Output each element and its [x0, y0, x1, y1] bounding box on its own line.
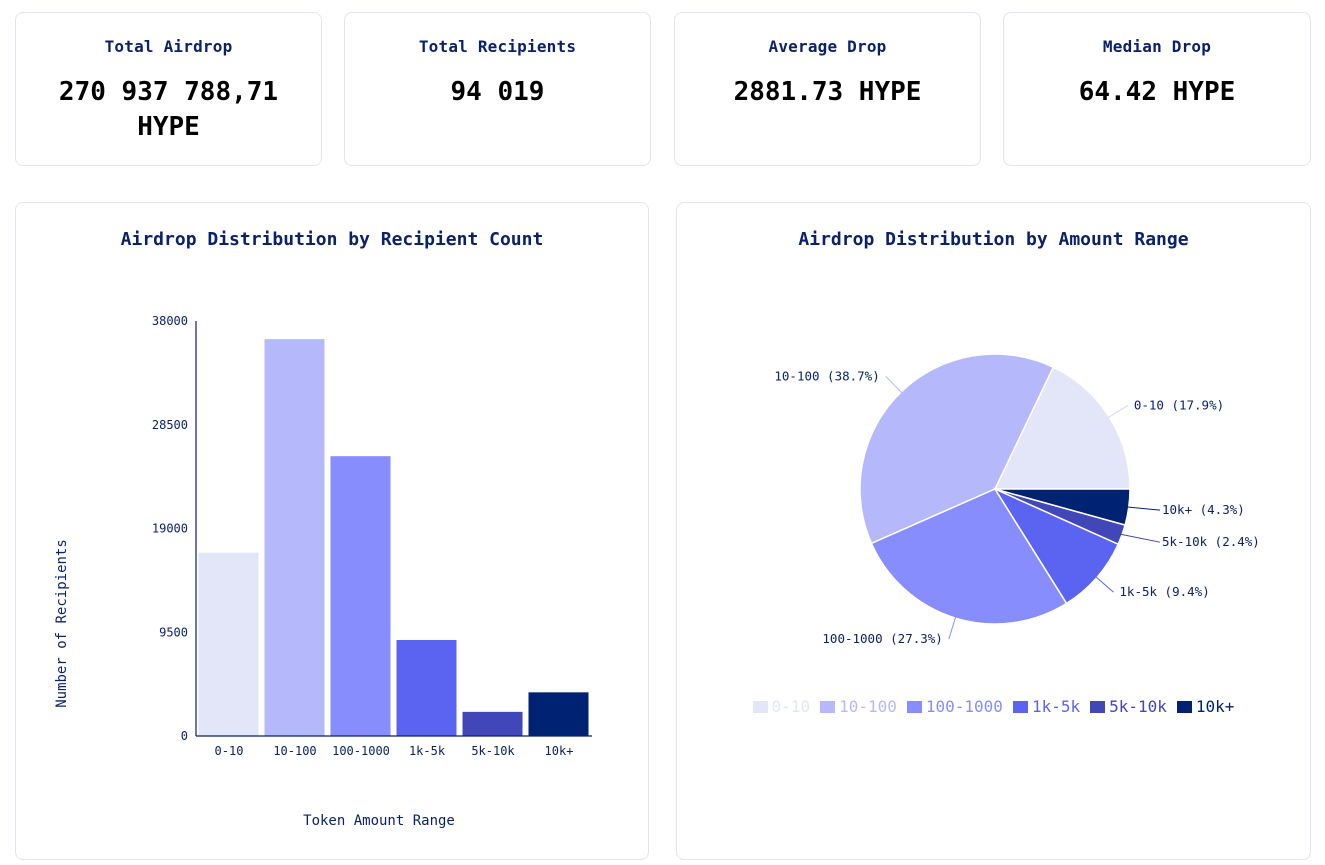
stat-value: 94 019 [450, 77, 545, 107]
legend-item-1k-5k[interactable]: 1k-5k [1012, 697, 1081, 716]
legend-swatch [1012, 700, 1028, 713]
pie-leader-line [1095, 576, 1114, 593]
stat-card-total-recipients: Total Recipients 94 019 [344, 12, 651, 166]
pie-leader-line [885, 375, 903, 394]
x-tick-label: 0-10 [215, 744, 244, 758]
legend-swatch [820, 700, 836, 713]
legend-item-0-10[interactable]: 0-10 [752, 697, 811, 716]
y-tick-label: 19000 [152, 522, 188, 536]
pie-leader-line [1127, 506, 1161, 511]
legend-item-5k-10k[interactable]: 5k-10k [1090, 697, 1167, 716]
pie-legend: 0-10 10-100 100-1000 1k-5k 5k-10k 10k+ [677, 697, 1310, 716]
legend-label: 0-10 [771, 697, 811, 716]
legend-label: 5k-10k [1109, 697, 1167, 716]
pie-leader-line [1107, 404, 1129, 419]
legend-item-100-1000[interactable]: 100-1000 [906, 697, 1003, 716]
stat-value: 270 937 788,71 HYPE [58, 77, 279, 142]
pie-leader-line [948, 616, 957, 640]
pie-label: 5k-10k (2.4%) [1162, 534, 1260, 549]
legend-label: 10-100 [839, 697, 897, 716]
stat-value: 2881.73 HYPE [733, 77, 922, 107]
pie-leader-line [1120, 533, 1161, 543]
stat-label: Total Airdrop [104, 37, 233, 56]
pie-label: 10-100 (38.7%) [774, 368, 879, 383]
stat-label: Median Drop [1102, 37, 1212, 56]
bar-10-100[interactable] [263, 338, 326, 737]
pie-label: 0-10 (17.9%) [1134, 397, 1224, 412]
legend-item-10-100[interactable]: 10-100 [820, 697, 897, 716]
pie-label: 100-1000 (27.3%) [822, 631, 942, 646]
legend-item-10k+[interactable]: 10k+ [1176, 697, 1235, 716]
pie-chart: 0-10 (17.9%) 10-100 (38.7%) 100-1000 (27.3… [774, 353, 1260, 646]
y-tick-label: 38000 [152, 314, 188, 328]
bar-chart-card: Airdrop Distribution by Recipient Count … [15, 202, 649, 860]
pie-label: 1k-5k (9.4%) [1119, 584, 1209, 599]
stat-card-median-drop: Median Drop 64.42 HYPE [1003, 12, 1311, 166]
y-tick-label: 0 [181, 729, 188, 743]
x-tick-label: 1k-5k [409, 744, 446, 758]
x-tick-label: 100-1000 [332, 744, 390, 758]
stat-label: Average Drop [768, 37, 887, 56]
legend-label: 1k-5k [1031, 697, 1081, 716]
legend-swatch [906, 700, 922, 713]
x-axis-label: Token Amount Range [303, 813, 455, 829]
stat-value: 64.42 HYPE [1078, 77, 1236, 107]
y-tick-label: 28500 [152, 418, 188, 432]
y-tick-label: 9500 [159, 625, 188, 639]
stat-card-average-drop: Average Drop 2881.73 HYPE [674, 12, 981, 166]
stat-card-total-airdrop: Total Airdrop 270 937 788,71 HYPE [15, 12, 322, 166]
legend-label: 10k+ [1195, 697, 1235, 716]
pie-chart-card: Airdrop Distribution by Amount Range 0-1… [676, 202, 1311, 860]
x-tick-label: 5k-10k [471, 744, 515, 758]
bar-5k-10k[interactable] [461, 710, 524, 737]
bar-1k-5k[interactable] [395, 638, 458, 737]
legend-label: 100-1000 [925, 697, 1003, 716]
legend-swatch [1090, 700, 1106, 713]
x-tick-label: 10-100 [273, 744, 316, 758]
x-tick-label: 10k+ [545, 744, 574, 758]
legend-swatch [752, 700, 768, 713]
bar-10k+[interactable] [527, 691, 590, 737]
y-axis-label: Number of Recipients [54, 539, 70, 708]
stat-label: Total Recipients [418, 37, 577, 56]
bar-100-1000[interactable] [329, 455, 392, 737]
bar-chart: 0 9500 19000 28500 38000 0-10 10-100 100-1000 1… [54, 314, 592, 829]
bar-0-10[interactable] [197, 551, 260, 737]
pie-label: 10k+ (4.3%) [1162, 502, 1245, 517]
legend-swatch [1176, 700, 1192, 713]
